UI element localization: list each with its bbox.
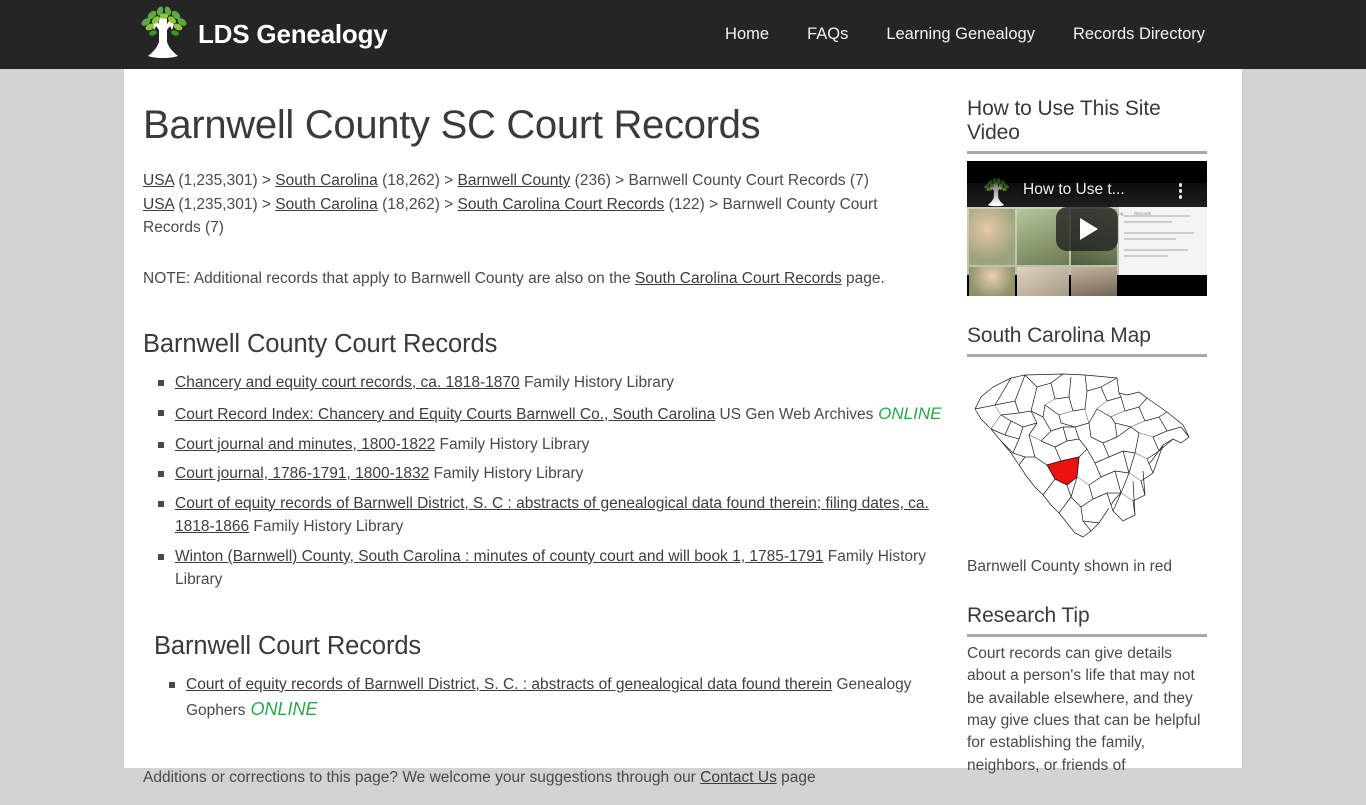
- record-source: Family History Library: [435, 435, 590, 453]
- play-button-icon[interactable]: [1056, 206, 1118, 251]
- nav-item-learning-genealogy[interactable]: Learning Genealogy: [867, 25, 1054, 44]
- map-caption: Barnwell County shown in red: [967, 558, 1173, 575]
- tree-logo-icon: [132, 6, 194, 62]
- breadcrumb-line-1: USA (1,235,301) > South Carolina (18,262…: [143, 169, 933, 193]
- nav-item-records-directory[interactable]: Records Directory: [1054, 25, 1224, 44]
- breadcrumb-link[interactable]: South Carolina: [275, 196, 378, 213]
- breadcrumb-link[interactable]: USA: [143, 172, 174, 189]
- record-list-item: Court of equity records of Barnwell Dist…: [158, 492, 943, 539]
- breadcrumb: USA (1,235,301) > South Carolina (18,262…: [143, 169, 933, 240]
- divider: [967, 634, 1207, 637]
- record-source: Family History Library: [429, 465, 584, 483]
- record-link[interactable]: Court of equity records of Barnwell Dist…: [186, 676, 832, 693]
- primary-navigation: Home FAQs Learning Genealogy Records Dir…: [706, 0, 1224, 69]
- breadcrumb-link[interactable]: USA: [143, 196, 174, 213]
- site-header: LDS Genealogy Home FAQs Learning Genealo…: [0, 0, 1366, 69]
- breadcrumb-text: (18,262) >: [377, 195, 458, 213]
- record-source: Family History Library: [249, 518, 404, 536]
- breadcrumb-link[interactable]: South Carolina: [275, 172, 378, 189]
- collage-photo: [1017, 267, 1069, 296]
- header-inner: LDS Genealogy Home FAQs Learning Genealo…: [124, 0, 1242, 69]
- breadcrumb-text: (1,235,301) >: [174, 172, 276, 189]
- record-link[interactable]: Chancery and equity court records, ca. 1…: [175, 374, 520, 391]
- video-title-overlay: How to Use t...: [1023, 181, 1125, 198]
- tree-logo-icon: [979, 175, 1013, 211]
- online-badge: ONLINE: [873, 403, 942, 423]
- online-badge: ONLINE: [245, 699, 318, 720]
- divider: [967, 354, 1207, 357]
- section-heading: Barnwell Court Records: [154, 631, 422, 660]
- record-list: Chancery and equity court records, ca. 1…: [143, 371, 943, 592]
- record-list-item: Winton (Barnwell) County, South Carolina…: [158, 545, 943, 592]
- corrections-text: Additions or corrections to this page? W…: [143, 768, 701, 786]
- note-paragraph: NOTE: Additional records that apply to B…: [143, 267, 933, 291]
- main-column: Barnwell County SC Court Records USA (1,…: [143, 69, 943, 805]
- brand-home-link[interactable]: LDS Genealogy: [132, 6, 388, 62]
- note-text: page.: [841, 269, 885, 287]
- note-text: NOTE: Additional records that apply to B…: [143, 269, 635, 287]
- section-heading: Barnwell County Court Records: [143, 330, 498, 359]
- record-link[interactable]: Court Record Index: Chancery and Equity …: [175, 406, 715, 423]
- nav-item-home[interactable]: Home: [706, 25, 788, 44]
- sidebar-heading-map: South Carolina Map: [967, 324, 1151, 347]
- record-list-item: Court journal, 1786-1791, 1800-1832 Fami…: [158, 462, 943, 486]
- record-link[interactable]: Court journal, 1786-1791, 1800-1832: [175, 465, 429, 482]
- record-link[interactable]: Court journal and minutes, 1800-1822: [175, 436, 435, 453]
- collage-photo: [969, 267, 1015, 296]
- record-source: Family History Library: [519, 374, 674, 392]
- record-link[interactable]: Winton (Barnwell) County, South Carolina…: [175, 548, 823, 565]
- kebab-menu-icon[interactable]: [1178, 183, 1182, 199]
- south-carolina-county-map: [967, 365, 1207, 550]
- page-content-area: Barnwell County SC Court Records USA (1,…: [124, 69, 1242, 786]
- page-title: Barnwell County SC Court Records: [143, 103, 761, 147]
- record-list: Court of equity records of Barnwell Dist…: [143, 673, 943, 724]
- record-list-item: Chancery and equity court records, ca. 1…: [158, 371, 943, 395]
- record-sections: Barnwell County Court Records Chancery an…: [143, 330, 943, 724]
- record-list-item: Court journal and minutes, 1800-1822 Fam…: [158, 433, 943, 457]
- sidebar-heading-video: How to Use This Site Video: [967, 97, 1161, 144]
- record-source: US Gen Web Archives: [715, 405, 874, 423]
- breadcrumb-text: (18,262) >: [377, 172, 458, 189]
- brand-name: LDS Genealogy: [198, 18, 388, 49]
- sidebar: How to Use This Site Video Records How t…: [967, 69, 1212, 777]
- play-triangle: [1080, 217, 1098, 240]
- collage-photo: [1071, 267, 1117, 296]
- breadcrumb-link[interactable]: South Carolina Court Records: [458, 196, 665, 213]
- record-list-item: Court Record Index: Chancery and Equity …: [158, 401, 943, 427]
- nav-item-faqs[interactable]: FAQs: [788, 25, 867, 44]
- breadcrumb-line-2: USA (1,235,301) > South Carolina (18,262…: [143, 193, 933, 240]
- breadcrumb-text: (1,235,301) >: [174, 195, 276, 213]
- contact-us-link[interactable]: Contact Us: [700, 769, 777, 786]
- breadcrumb-text: (236) > Barnwell County Court Records (7…: [570, 172, 869, 189]
- how-to-use-video-player[interactable]: HomeFAQsLearningRecords: [967, 161, 1207, 296]
- corrections-note: Additions or corrections to this page? W…: [143, 766, 943, 790]
- breadcrumb-link[interactable]: Barnwell County: [458, 172, 571, 189]
- corrections-text: page: [776, 768, 816, 786]
- divider: [967, 151, 1207, 154]
- research-tip-text: Court records can give details about a p…: [967, 645, 1201, 774]
- record-list-item: Court of equity records of Barnwell Dist…: [169, 673, 943, 724]
- note-link[interactable]: South Carolina Court Records: [635, 270, 842, 287]
- collage-photo: [969, 209, 1015, 265]
- sidebar-heading-research-tip: Research Tip: [967, 604, 1090, 627]
